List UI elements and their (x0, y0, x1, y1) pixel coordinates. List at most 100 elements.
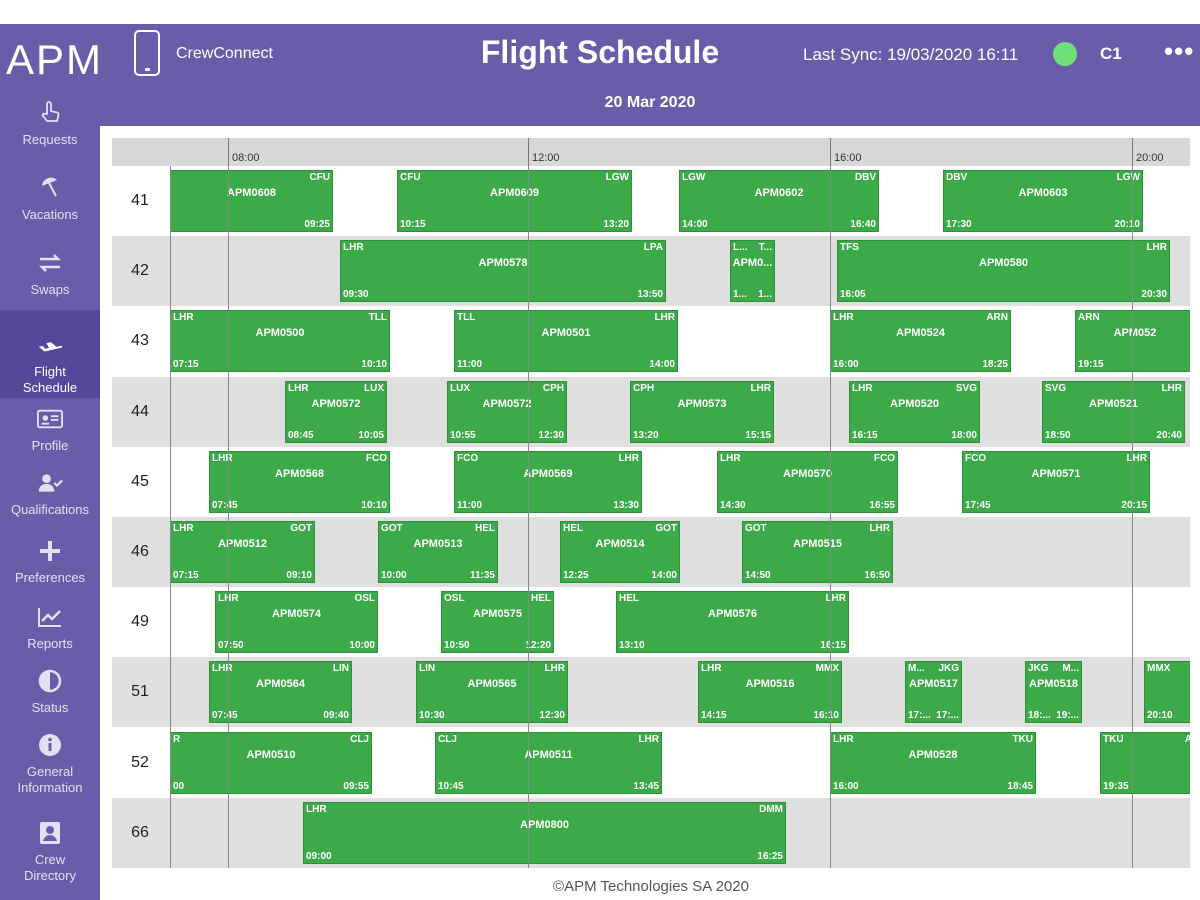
flight-origin: LHR (701, 663, 722, 675)
flight-arrival-time: 13:45 (633, 780, 659, 792)
flight-departure-time: 12:25 (563, 570, 589, 581)
flight-block[interactable]: LHR GOT APM0512 07:15 09:10 (170, 521, 315, 583)
crew-code[interactable]: C1 (1100, 44, 1122, 64)
flight-arrival-time: 12:30 (538, 429, 564, 441)
flight-destination: JKG (938, 663, 959, 675)
flight-block[interactable]: MMX 20:10 (1144, 661, 1190, 724)
timeline-tick-label: 20:00 (1136, 152, 1164, 164)
plus-icon (37, 538, 63, 564)
flight-origin: GOT (745, 523, 767, 534)
flight-block[interactable]: CFU APM0608 09:25 (170, 170, 333, 232)
app-header: APM CrewConnect Flight Schedule Last Syn… (0, 24, 1200, 126)
sidebar-item-swaps[interactable]: Swaps (0, 242, 100, 310)
sidebar-item-qualifications[interactable]: Qualifications (0, 462, 100, 528)
flight-block[interactable]: HEL LHR APM0576 13:10 16:15 (616, 591, 849, 654)
flight-code: APM0573 (677, 397, 727, 410)
flight-block[interactable]: LHR LPA APM0578 09:30 13:50 (340, 240, 666, 303)
flight-destination: MMX (815, 663, 839, 675)
flight-block[interactable]: LHR LUX APM0572 08:45 10:05 (285, 380, 387, 443)
flight-block[interactable]: R CLJ APM0510 00 09:55 (170, 731, 372, 794)
schedule-date: 20 Mar 2020 (604, 94, 696, 111)
flight-block[interactable]: LHR MMX APM0516 14:15 16:10 (698, 661, 842, 724)
flight-block[interactable]: CFU LGW APM0609 10:15 13:20 (397, 170, 632, 232)
flight-block[interactable]: DBV LGW APM0603 17:30 20:10 (943, 170, 1143, 232)
flight-block[interactable]: TLL LHR APM0501 11:00 14:00 (454, 310, 678, 373)
sidebar-item-reports[interactable]: Reports (0, 596, 100, 660)
flight-block[interactable]: LHR FCO APM0568 07:45 10:10 (209, 450, 390, 513)
flight-block[interactable]: FCO LHR APM0571 17:45 20:15 (962, 450, 1150, 513)
sidebar-item-requests[interactable]: Requests (0, 92, 100, 166)
sidebar-item-label: Status (31, 700, 69, 715)
crew-row-52: 52 R CLJ APM0510 00 09:55 CLJ LHR APM0511 10:45 13… (112, 728, 1190, 798)
flight-destination: DMM (759, 803, 783, 815)
sidebar-item-label: Qualifications (10, 502, 90, 517)
flight-departure-time: 17:45 (965, 499, 991, 511)
flight-block[interactable]: LUX CPH APM0572 10:55 12:30 (447, 380, 567, 443)
flight-destination: LHR (1146, 242, 1167, 254)
flight-block[interactable]: LHR DMM APM0800 09:00 16:25 (303, 801, 786, 864)
flight-block[interactable]: LHR SVG APM0520 16:15 18:00 (849, 380, 980, 443)
sidebar-item-label: Flight Schedule (22, 364, 78, 395)
flight-destination: LHR (750, 382, 771, 394)
flight-departure-time: 07:15 (173, 570, 199, 581)
flight-code: APM0575 (473, 608, 522, 621)
crew-row-label: 49 (131, 613, 149, 631)
flight-destination: LGW (605, 172, 629, 183)
info-icon (37, 732, 63, 758)
flight-block[interactable]: LHR ARN APM0524 16:00 18:25 (830, 310, 1011, 373)
flight-block[interactable]: L... T... APM0... 1... 1... (730, 240, 775, 303)
flight-code: APM0572 (311, 397, 361, 410)
sidebar-item-flight-schedule[interactable]: Flight Schedule (0, 310, 100, 398)
sidebar-item-label: Requests (22, 132, 78, 147)
flight-code: APM0501 (541, 327, 591, 340)
chart-line-icon (37, 604, 63, 630)
flight-origin: CFU (400, 172, 421, 183)
flight-block[interactable]: OSL HEL APM0575 10:50 12:20 (441, 591, 554, 654)
flight-block[interactable]: LHR TLL APM0500 07:15 10:10 (170, 310, 390, 373)
flight-block[interactable]: LHR TKU APM0528 16:00 18:45 (830, 731, 1036, 794)
flight-block[interactable]: LHROSLAPM057407:5010:00 (215, 591, 378, 654)
flight-departure-time: 14:00 (682, 219, 708, 230)
flight-block[interactable]: TKU A 19:35 (1100, 731, 1190, 794)
flight-block[interactable]: LHR LIN APM0564 07:45 09:40 (209, 661, 352, 724)
flight-code: APM0516 (745, 678, 795, 691)
flight-block[interactable]: JKG M... APM0518 18:... 19:... (1025, 661, 1082, 724)
flight-destination: DBV (854, 172, 876, 183)
sidebar-item-crew-directory[interactable]: Crew Directory (0, 812, 100, 900)
flight-departure-time: 14:30 (720, 499, 746, 511)
sidebar-item-label: Swaps (30, 282, 70, 297)
flight-arrival-time: 16:55 (869, 499, 895, 511)
flight-block[interactable]: CLJ LHR APM0511 10:45 13:45 (435, 731, 662, 794)
sidebar-item-vacations[interactable]: Vacations (0, 167, 100, 241)
flight-origin: LHR (343, 242, 364, 254)
sidebar-item-general-information[interactable]: General Information (0, 724, 100, 810)
flight-arrival-time: 14:00 (649, 359, 675, 371)
flight-block[interactable]: HEL GOT APM0514 12:25 14:00 (560, 521, 680, 583)
flight-departure-time: 16:00 (833, 780, 859, 792)
flight-block[interactable]: LIN LHR APM0565 10:30 12:30 (416, 661, 568, 724)
flight-block[interactable]: CPH LHR APM0573 13:20 15:15 (630, 380, 774, 443)
flight-block[interactable]: LGW DBV APM0602 14:00 16:40 (679, 170, 879, 232)
flight-block[interactable]: M... JKG APM0517 17:... 17:... (905, 661, 962, 724)
sidebar-item-status[interactable]: Status (0, 660, 100, 724)
flight-block[interactable]: TFS LHR APM0580 16:05 20:30 (837, 240, 1170, 303)
flight-origin: R (173, 733, 181, 745)
flight-block[interactable]: SVG LHR APM0521 18:50 20:40 (1042, 380, 1185, 443)
flight-destination: CFU (309, 172, 330, 183)
flight-code: APM0518 (1029, 678, 1078, 691)
sidebar-item-preferences[interactable]: Preferences (0, 530, 100, 594)
crew-row-label: 52 (131, 753, 149, 771)
crew-row-label: 41 (131, 192, 149, 209)
flight-destination: M... (1062, 663, 1079, 675)
flight-block[interactable]: GOT LHR APM0515 14:50 16:50 (742, 521, 893, 583)
flight-block[interactable]: GOT HEL APM0513 10:00 11:35 (378, 521, 498, 583)
sidebar-item-label: Crew Directory (23, 852, 76, 883)
sidebar-item-profile[interactable]: Profile (0, 398, 100, 460)
flight-block[interactable]: FCO LHR APM0569 11:00 13:30 (454, 450, 642, 513)
flight-block[interactable]: LHR FCO APM0570 14:30 16:55 (717, 450, 898, 513)
flight-code: APM0500 (255, 327, 305, 340)
more-horizontal-icon[interactable]: ••• (1164, 36, 1194, 67)
flight-code: APM0570 (783, 467, 832, 480)
flight-departure-time: 17:... (908, 710, 931, 722)
sidebar-item-label: Profile (31, 438, 69, 453)
